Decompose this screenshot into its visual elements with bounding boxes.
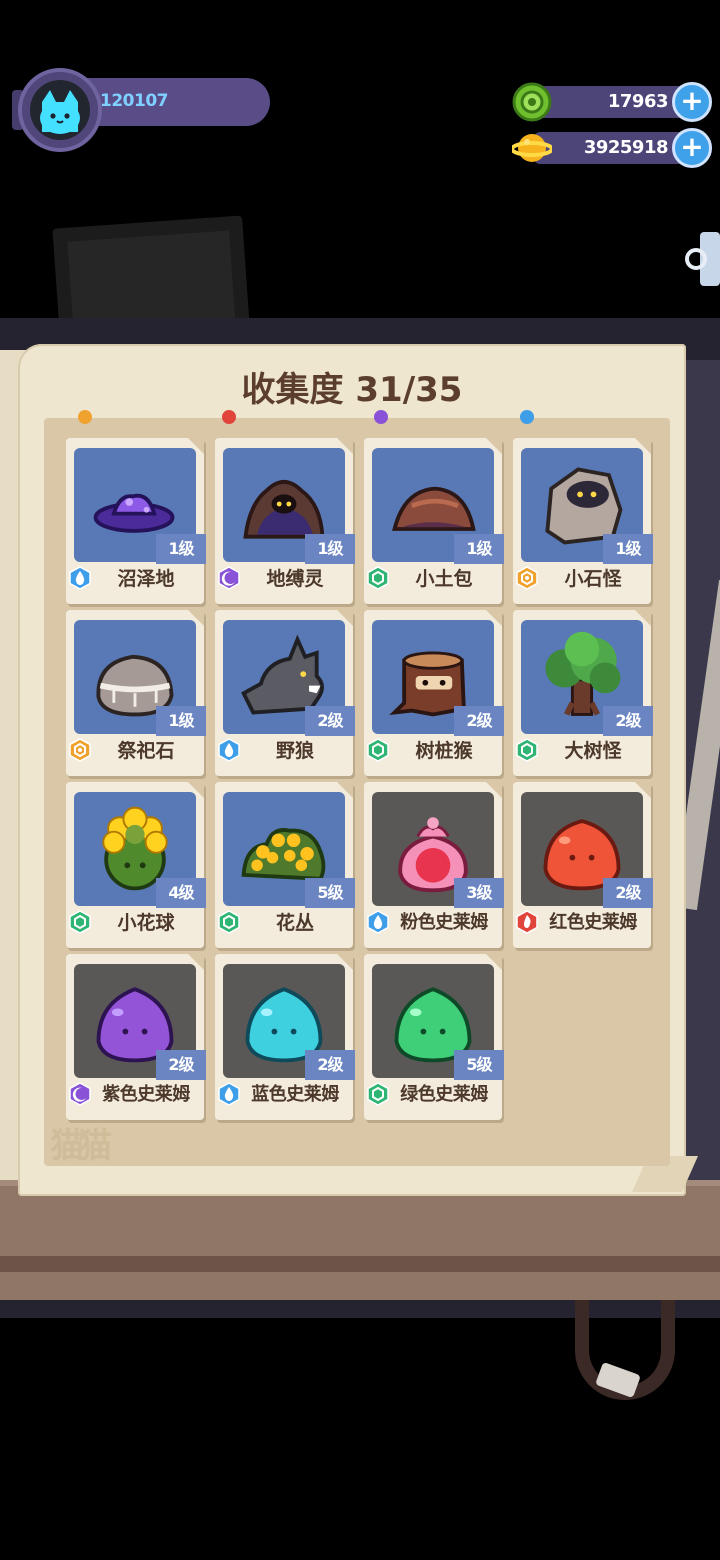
monster-card[interactable]: 2级树桩猴	[364, 610, 504, 776]
gem-count: 17963	[607, 91, 669, 112]
monster-level-badge: 1级	[156, 534, 206, 564]
monster-level-badge: 3级	[454, 878, 504, 908]
monster-card[interactable]: 2级蓝色史莱姆	[215, 954, 355, 1120]
gold-count: 3925918	[583, 137, 669, 158]
monster-name: 花丛	[275, 912, 314, 934]
monster-name: 地缚灵	[266, 568, 324, 590]
monster-card[interactable]: 4级小花球	[66, 782, 206, 948]
monster-card[interactable]: 1级沼泽地	[66, 438, 206, 604]
monster-name: 祭祀石	[117, 740, 175, 762]
monster-card[interactable]: 2级红色史莱姆	[513, 782, 653, 948]
monster-level-badge: 2级	[454, 706, 504, 736]
monster-level-badge: 2级	[305, 1050, 355, 1080]
monster-card[interactable]: 1级地缚灵	[215, 438, 355, 604]
collection-title: 收集度 31/35	[241, 370, 463, 410]
monster-name: 粉色史莱姆	[400, 912, 488, 933]
monster-level-badge: 2级	[156, 1050, 206, 1080]
monster-level-badge: 1级	[305, 534, 355, 564]
monster-name: 小花球	[117, 912, 175, 934]
monster-name: 蓝色史莱姆	[251, 1084, 339, 1105]
monster-level-badge: 2级	[603, 706, 653, 736]
monster-name: 树桩猴	[415, 740, 473, 762]
monster-name: 小石怪	[564, 568, 622, 590]
monster-card[interactable]: 1级小土包	[364, 438, 504, 604]
monster-level-badge: 5级	[454, 1050, 504, 1080]
gem-resource: 17963 +	[512, 82, 712, 122]
scrolled-row-hint	[44, 410, 670, 424]
monster-level-badge: 1级	[454, 534, 504, 564]
monster-card[interactable]: 5级绿色史莱姆	[364, 954, 504, 1120]
monster-grid[interactable]: 1级 沼泽地 1级 地缚灵 1级 小土包 1级 小石怪 1级 祭祀石 2级 野狼 2级 树桩猴 2级 大树怪 4…	[44, 418, 670, 1166]
add-gem-button[interactable]: +	[672, 82, 712, 122]
monster-card[interactable]: 1级祭祀石	[66, 610, 206, 776]
monster-card[interactable]: 2级大树怪	[513, 610, 653, 776]
gold-resource: 3925918 +	[512, 128, 712, 168]
monster-name: 小土包	[415, 568, 473, 590]
monster-level-badge: 2级	[305, 706, 355, 736]
monster-name: 红色史莱姆	[549, 912, 637, 933]
add-gold-button[interactable]: +	[672, 128, 712, 168]
cat-watermark: 猫猫	[50, 1126, 112, 1166]
monster-level-badge: 1级	[603, 534, 653, 564]
monster-name: 沼泽地	[117, 568, 175, 590]
monster-name: 大树怪	[564, 740, 622, 762]
monster-name: 野狼	[275, 740, 314, 762]
monster-card[interactable]: 2级野狼	[215, 610, 355, 776]
monster-level-badge: 4级	[156, 878, 206, 908]
monster-level-badge: 2级	[603, 878, 653, 908]
cat-face-icon[interactable]	[30, 80, 90, 140]
player-id: 120107	[100, 91, 168, 111]
monster-level-badge: 5级	[305, 878, 355, 908]
monster-name: 紫色史莱姆	[102, 1084, 190, 1105]
monster-card[interactable]: 5级花丛	[215, 782, 355, 948]
player-profile[interactable]: 120107	[12, 68, 270, 152]
green-gem-coin-icon	[512, 82, 552, 122]
gold-planet-coin-icon	[512, 134, 552, 162]
monster-name: 绿色史莱姆	[400, 1084, 488, 1105]
monster-card[interactable]: 3级粉色史莱姆	[364, 782, 504, 948]
monster-card[interactable]: 2级紫色史莱姆	[66, 954, 206, 1120]
side-tab-clip-icon[interactable]	[684, 232, 720, 286]
monster-level-badge: 1级	[156, 706, 206, 736]
monster-card[interactable]: 1级小石怪	[513, 438, 653, 604]
book-cover	[0, 1180, 720, 1300]
